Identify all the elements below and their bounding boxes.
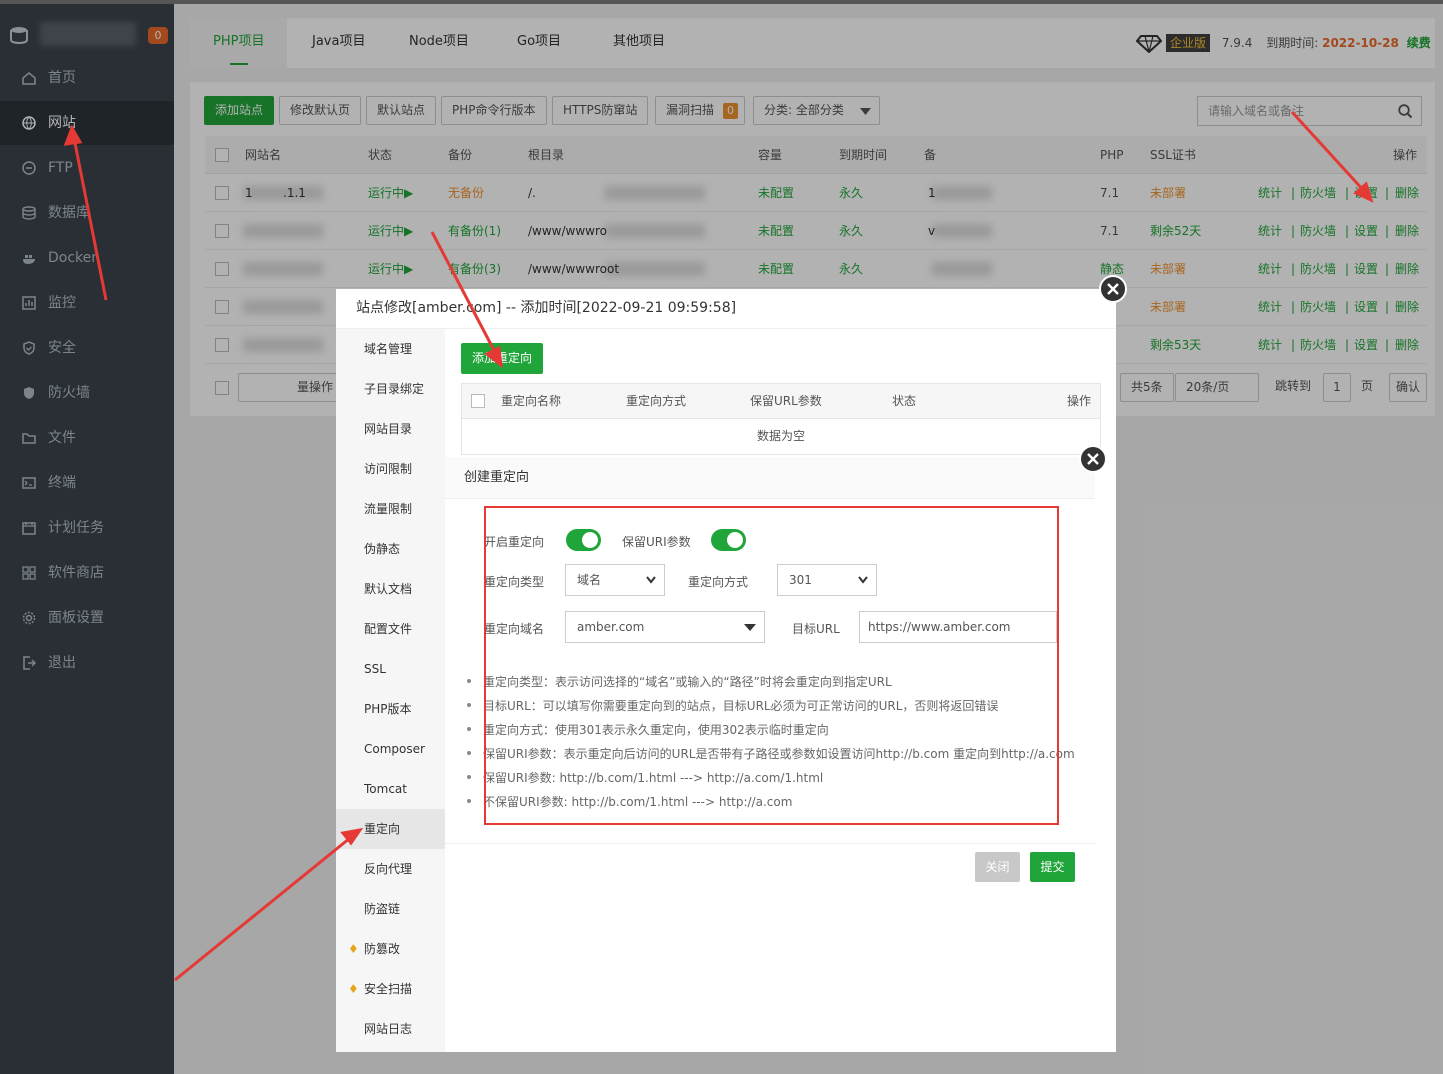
site-menu-label: 伪静态 [364,542,401,556]
site-menu-item-13[interactable]: 反向代理 [364,849,445,889]
site-menu-item-5[interactable]: 伪静态 [364,529,445,569]
diamond-icon: ♦ [348,982,359,996]
site-menu-label: 配置文件 [364,622,413,636]
highlight-box [484,506,1059,825]
col-redirect-name: 重定向名称 [501,394,562,408]
site-menu-label: 防盗链 [364,902,401,916]
site-menu-label: 反向代理 [364,862,413,876]
site-menu-label: 防篡改 [364,942,401,956]
site-menu-label: 流量限制 [364,502,413,516]
close-icon [1087,453,1099,465]
diamond-icon: ♦ [348,942,359,956]
site-menu-label: 安全扫描 [364,982,413,996]
redirect-empty-row: 数据为空 [461,419,1101,455]
submit-button[interactable]: 提交 [1030,852,1075,882]
site-menu-label: 子目录绑定 [364,382,425,396]
site-menu-item-10[interactable]: Composer [364,729,445,769]
site-edit-close-button[interactable] [1099,275,1127,303]
create-redirect-title: 创建重定向 [445,457,1095,499]
site-menu-item-8[interactable]: SSL [364,649,445,689]
site-menu-label: 网站目录 [364,422,413,436]
site-menu-item-14[interactable]: 防盗链 [364,889,445,929]
site-menu-item-2[interactable]: 网站目录 [364,409,445,449]
site-menu-item-3[interactable]: 访问限制 [364,449,445,489]
site-menu-item-4[interactable]: 流量限制 [364,489,445,529]
close-icon [1107,283,1119,295]
site-edit-menu: 域名管理子目录绑定网站目录访问限制流量限制伪静态默认文档配置文件 SSL PHP版本… [336,329,445,1052]
site-menu-label: PHP版本 [364,702,412,716]
footer-divider [445,843,1095,844]
create-redirect-modal: 创建重定向 开启重定向 保留URI参数 重定向类型 域名 重定向方式 301 重… [445,457,1095,891]
site-menu-label: Composer [364,742,425,756]
col-redirect-ops: 操作 [1067,394,1092,408]
site-menu-item-12[interactable]: 重定向 [336,809,445,849]
col-redirect-status: 状态 [892,394,917,408]
site-menu-item-16[interactable]: ♦ 安全扫描 [348,969,445,1009]
site-menu-item-15[interactable]: ♦ 防篡改 [348,929,445,969]
add-redirect-button[interactable]: 添加重定向 [461,343,543,374]
site-menu-label: Tomcat [364,782,407,796]
col-redirect-mode: 重定向方式 [626,394,687,408]
site-menu-item-6[interactable]: 默认文档 [364,569,445,609]
redirect-table-header: 重定向名称 重定向方式 保留URL参数 状态 操作 [461,383,1101,419]
col-keep-url: 保留URL参数 [750,394,822,408]
create-redirect-close-button[interactable] [1079,445,1107,473]
close-button[interactable]: 关闭 [975,852,1020,882]
redirect-select-all[interactable] [471,394,485,408]
site-menu-item-9[interactable]: PHP版本 [364,689,445,729]
site-menu-label: 域名管理 [364,342,413,356]
site-menu-label: 默认文档 [364,582,413,596]
site-menu-item-11[interactable]: Tomcat [364,769,445,809]
site-edit-title: 站点修改[amber.com] -- 添加时间[2022-09-21 09:59… [336,289,1116,329]
site-menu-item-0[interactable]: 域名管理 [364,329,445,369]
site-menu-label: SSL [364,662,386,676]
site-menu-item-1[interactable]: 子目录绑定 [364,369,445,409]
site-menu-label: 重定向 [364,822,401,836]
site-menu-item-17[interactable]: 网站日志 [364,1009,445,1049]
site-menu-item-7[interactable]: 配置文件 [364,609,445,649]
site-menu-label: 网站日志 [364,1022,413,1036]
site-menu-label: 访问限制 [364,462,413,476]
